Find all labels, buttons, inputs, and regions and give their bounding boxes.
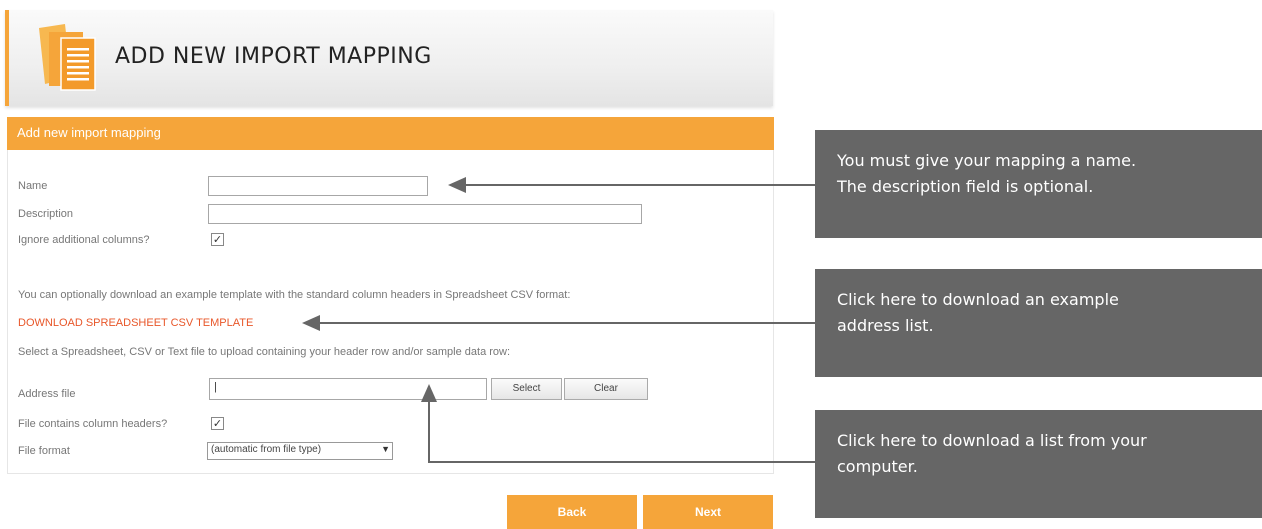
callout-arrows [302,177,815,463]
arrow-to-upload-line [428,400,815,463]
arrow-to-upload-head [421,384,437,402]
arrow-to-name-head [448,177,466,193]
arrow-to-download-head [302,315,320,331]
